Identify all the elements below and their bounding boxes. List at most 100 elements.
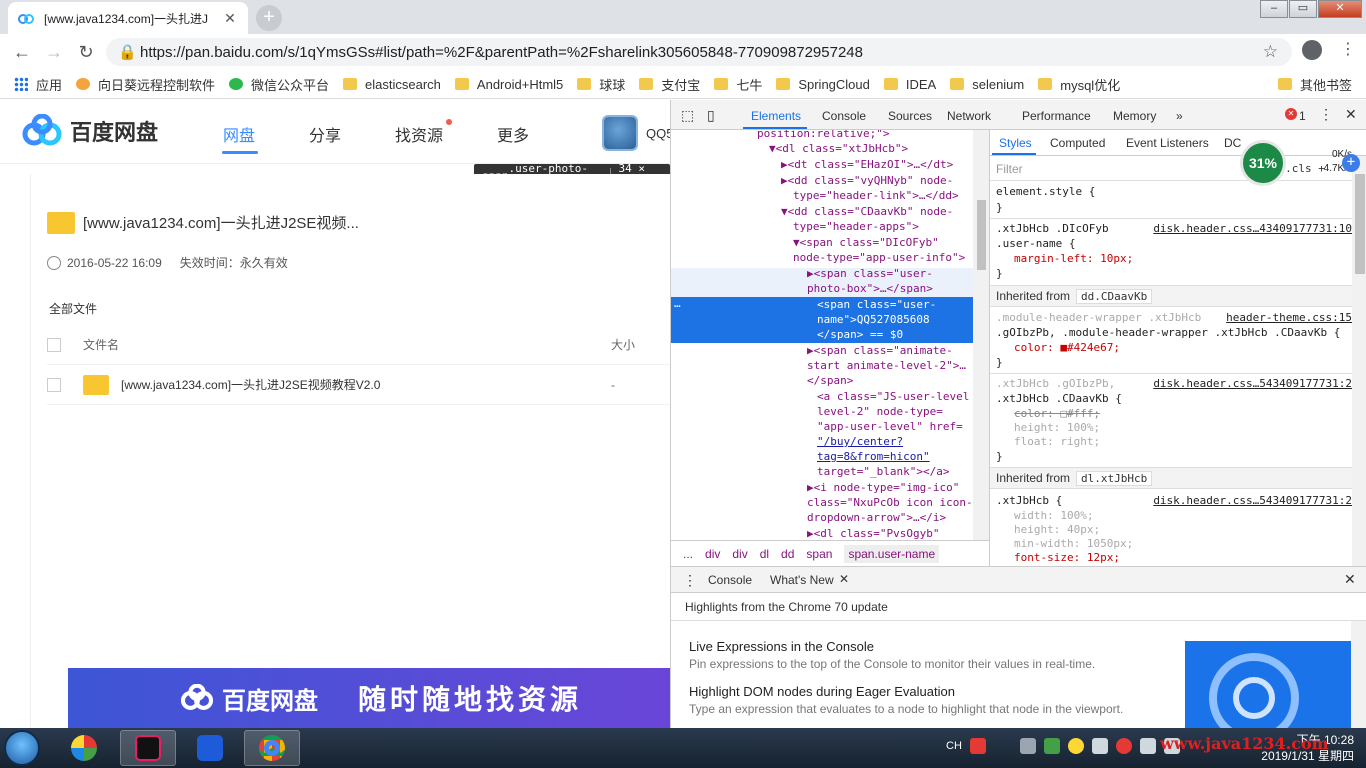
styles-filter-input[interactable]: Filter xyxy=(996,162,1023,176)
elements-scroll-thumb[interactable] xyxy=(977,200,986,270)
start-button-icon[interactable] xyxy=(4,730,40,766)
table-row[interactable]: [www.java1234.com]一头扎进J2SE视频教程V2.0 - xyxy=(47,365,670,405)
whats-new-image[interactable] xyxy=(1185,641,1351,729)
tab-computed[interactable]: Computed xyxy=(1050,136,1105,150)
shield-icon[interactable] xyxy=(1043,738,1060,754)
new-tab-button[interactable]: + xyxy=(256,5,282,31)
tab-elements[interactable]: Elements xyxy=(751,109,801,123)
css-property[interactable]: width: 100%; xyxy=(996,508,1352,523)
drawer-tab-console[interactable]: Console xyxy=(708,573,752,587)
dom-line[interactable]: level-2" node-type= xyxy=(817,404,989,419)
bookmark-item[interactable]: 七牛 xyxy=(714,75,762,94)
css-source-link[interactable]: disk.header.css…543409177731:2 xyxy=(1153,493,1352,508)
bookmark-star-icon[interactable]: ☆ xyxy=(1263,42,1278,62)
inherited-chip[interactable]: dl.xtJbHcb xyxy=(1076,470,1153,486)
taskbar-app[interactable] xyxy=(56,730,112,766)
tab-styles[interactable]: Styles xyxy=(999,136,1032,150)
tab-event-listeners[interactable]: Event Listeners xyxy=(1126,136,1209,150)
dom-line[interactable]: "app-user-level" href= xyxy=(817,419,989,434)
elements-tree[interactable]: … position:relative;"> ▼<dl class="xtJbH… xyxy=(671,130,989,540)
taskbar-chrome[interactable] xyxy=(244,730,300,766)
drawer-close-icon[interactable]: ✕ xyxy=(1344,571,1356,588)
browser-tab[interactable]: [www.java1234.com]一头扎进J ✕ xyxy=(8,2,248,34)
baidu-pan-logo[interactable]: 百度网盘 xyxy=(20,114,158,148)
bookmark-item[interactable]: SpringCloud xyxy=(776,77,870,92)
address-bar[interactable]: 🔒 https://pan.baidu.com/s/1qYmsGSs#list/… xyxy=(106,38,1292,66)
dom-line[interactable]: ▶<dd class="vyQHNyb" node- xyxy=(781,173,989,188)
whats-new-close-icon[interactable]: ✕ xyxy=(839,572,849,586)
close-window-icon[interactable]: ✕ xyxy=(1318,0,1362,18)
nav-share[interactable]: 分享 xyxy=(309,122,341,146)
back-icon[interactable]: ← xyxy=(10,40,34,64)
dom-line[interactable]: start animate-level-2">… xyxy=(807,358,989,373)
dom-line[interactable]: ▶<i node-type="img-ico" xyxy=(807,480,989,495)
dom-line[interactable]: ▼<dl class="xtJbHcb"> xyxy=(769,141,989,156)
bookmark-item[interactable]: elasticsearch xyxy=(343,77,441,92)
styles-scroll-thumb[interactable] xyxy=(1355,174,1365,274)
dom-line[interactable]: photo-box">…</span> xyxy=(807,281,989,296)
css-property[interactable]: height: 100%; xyxy=(996,420,1352,435)
drawer-scrollbar[interactable] xyxy=(1351,621,1366,729)
ime-indicator[interactable]: CH xyxy=(946,740,962,752)
dom-line[interactable]: node-type="app-user-info"> xyxy=(793,250,989,265)
drawer-tab-whats-new[interactable]: What's New xyxy=(770,573,834,587)
dom-line[interactable]: ▶<dl class="PvsOgyb" xyxy=(807,526,989,540)
bookmark-item[interactable]: Android+Html5 xyxy=(454,77,563,92)
flag-icon[interactable] xyxy=(1139,738,1156,754)
dom-line[interactable]: type="header-link">…</dd> xyxy=(793,188,989,203)
dom-line[interactable]: dropdown-arrow">…</i> xyxy=(807,510,989,525)
tab-performance[interactable]: Performance xyxy=(1022,109,1091,123)
sogou-icon[interactable] xyxy=(969,738,986,754)
error-icon[interactable]: ✕ xyxy=(1285,108,1297,120)
tab-sources[interactable]: Sources xyxy=(888,109,932,123)
file-name[interactable]: [www.java1234.com]一头扎进J2SE视频教程V2.0 xyxy=(121,376,611,393)
plugin-icon[interactable] xyxy=(1067,738,1084,754)
css-property[interactable]: height: 40px; xyxy=(996,522,1352,537)
css-property[interactable]: float: right; xyxy=(996,434,1352,449)
antivirus-icon[interactable] xyxy=(1115,738,1132,754)
cloud-icon[interactable] xyxy=(1019,738,1036,754)
bookmark-apps[interactable]: 应用 xyxy=(14,75,62,94)
elements-scrollbar[interactable] xyxy=(973,130,989,540)
tab-console[interactable]: Console xyxy=(822,109,866,123)
device-toggle-icon[interactable]: ▯ xyxy=(707,107,715,124)
dom-line[interactable]: target="_blank"></a> xyxy=(817,464,989,479)
dom-line-selected[interactable]: name">QQ527085608 xyxy=(817,312,989,327)
nav-wangpan[interactable]: 网盘 xyxy=(223,122,255,146)
all-files-breadcrumb[interactable]: 全部文件 xyxy=(49,300,97,317)
bookmark-other[interactable]: 其他书签 xyxy=(1277,75,1352,94)
inspect-element-icon[interactable]: ⬚ xyxy=(681,107,694,124)
css-property[interactable]: margin-left: 10px; xyxy=(996,251,1352,266)
more-tabs-icon[interactable]: » xyxy=(1176,109,1183,123)
css-source-link[interactable]: disk.header.css…43409177731:10 xyxy=(1153,221,1352,236)
css-property[interactable]: color: ■#424e67; xyxy=(996,340,1352,355)
minimize-icon[interactable]: – xyxy=(1260,0,1288,18)
col-filename[interactable]: 文件名 xyxy=(83,336,611,353)
promo-banner[interactable]: 百度网盘 随时随地找资源 xyxy=(68,668,670,728)
element-style-rule[interactable]: element.style { xyxy=(996,184,1352,199)
crumb[interactable]: div xyxy=(732,547,747,561)
bookmark-item[interactable]: 支付宝 xyxy=(639,75,700,94)
bookmark-item[interactable]: mysql优化 xyxy=(1038,75,1120,94)
dom-link[interactable]: "/buy/center? xyxy=(817,434,989,449)
dom-line[interactable]: ▼<span class="DIcOFyb" xyxy=(793,235,989,250)
nav-more[interactable]: 更多 xyxy=(497,122,529,146)
network-icon[interactable] xyxy=(1091,738,1108,754)
devtools-menu-icon[interactable]: ⋮ xyxy=(1319,106,1333,123)
bookmark-item[interactable]: 球球 xyxy=(577,75,625,94)
css-property[interactable]: color: □#fff; xyxy=(996,406,1352,421)
css-rule-selector[interactable]: .module-header-wrapper .xtJbHcb header-th… xyxy=(996,310,1352,325)
dom-line-selected[interactable]: <span class="user- xyxy=(817,297,989,312)
nav-find-resource[interactable]: 找资源 xyxy=(395,122,443,146)
user-photo-box[interactable] xyxy=(602,115,638,151)
crumb-current[interactable]: span.user-name xyxy=(844,544,940,563)
css-source-link[interactable]: header-theme.css:15 xyxy=(1226,310,1352,325)
crumb[interactable]: ... xyxy=(683,547,693,561)
row-checkbox[interactable] xyxy=(47,377,61,392)
maximize-icon[interactable]: ▭ xyxy=(1289,0,1317,18)
account-avatar-icon[interactable] xyxy=(1302,40,1322,60)
widget-plus-icon[interactable]: + xyxy=(1342,154,1360,172)
crumb[interactable]: div xyxy=(705,547,720,561)
reload-icon[interactable]: ↻ xyxy=(74,40,98,64)
tab-dom-breakpoints[interactable]: DC xyxy=(1224,136,1241,150)
